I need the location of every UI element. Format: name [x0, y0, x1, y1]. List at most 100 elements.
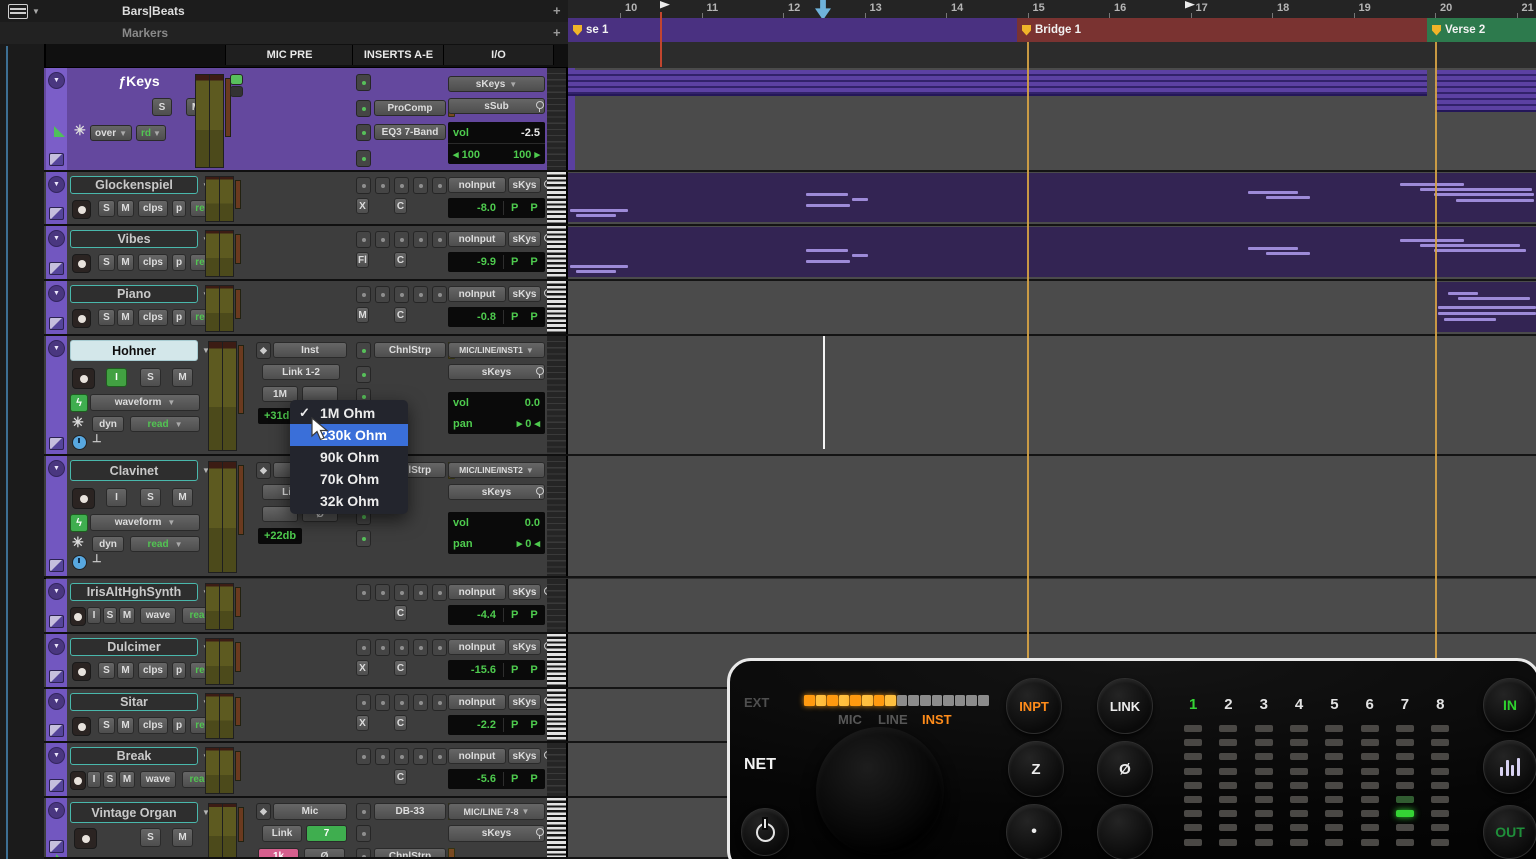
insert-slot[interactable]: [356, 100, 371, 117]
insert-plugin-mini[interactable]: X: [356, 198, 369, 214]
playhead-marker[interactable]: [815, 0, 831, 20]
clip-effects-icon[interactable]: [49, 670, 64, 683]
clip-effects-icon[interactable]: [49, 437, 64, 450]
marker-region[interactable]: Bridge 1: [1017, 18, 1427, 42]
volume-pan-display[interactable]: vol0.0pan▸ 0 ◂: [448, 512, 545, 554]
power-button[interactable]: [741, 808, 789, 856]
insert-slot[interactable]: [356, 584, 371, 601]
input-select-button[interactable]: INPT: [1006, 678, 1062, 734]
mini-keyboard-strip[interactable]: [547, 689, 568, 741]
insert-slot[interactable]: [432, 639, 447, 656]
insert-slot[interactable]: [413, 694, 428, 711]
clip-effects-icon[interactable]: [49, 840, 64, 853]
input-path-selector[interactable]: MIC/LINE/INST1▼: [448, 342, 545, 358]
insert-slot[interactable]: [375, 286, 390, 303]
clip-effects-icon[interactable]: [49, 724, 64, 737]
playlist-button[interactable]: p: [172, 254, 186, 271]
timebase-icon[interactable]: [54, 126, 65, 137]
volume-pan-display[interactable]: vol0.0pan▸ 0 ◂: [448, 392, 545, 434]
insert-slot[interactable]: [356, 177, 371, 194]
input-selector[interactable]: noInput: [448, 748, 506, 764]
volume-pan-display[interactable]: vol-2.5◂ 100100 ▸: [448, 122, 545, 164]
insert-slot[interactable]: [375, 639, 390, 656]
automation-mode-selector[interactable]: rd▼: [136, 125, 166, 141]
add-marker-button[interactable]: +: [553, 22, 561, 44]
solo-button[interactable]: S: [140, 828, 161, 847]
track-disclosure-button[interactable]: ▼: [48, 285, 65, 302]
elastic-plugin-icon[interactable]: ✳: [72, 534, 84, 551]
insert-plugin-mini[interactable]: X: [356, 715, 369, 731]
automation-mode-selector[interactable]: read▼: [130, 536, 200, 552]
playlist-selector[interactable]: over▼: [90, 125, 132, 141]
insert-slot[interactable]: [356, 150, 371, 167]
insert-slot[interactable]: [356, 231, 371, 248]
track-disclosure-button[interactable]: ▼: [48, 460, 65, 477]
track-disclosure-button[interactable]: ▼: [48, 340, 65, 357]
insert-slot[interactable]: [413, 584, 428, 601]
phantom-mic-icon[interactable]: [536, 487, 544, 495]
volume-pan-display[interactable]: -2.2PP: [448, 715, 545, 735]
track-disclosure-button[interactable]: ▼: [48, 583, 65, 600]
menu-item-70k-ohm[interactable]: 70k Ohm: [290, 468, 408, 490]
solo-button[interactable]: S: [98, 309, 115, 326]
solo-button[interactable]: S: [103, 771, 117, 788]
input-path-selector[interactable]: MIC/LINE 7-8▼: [448, 803, 545, 820]
track-name[interactable]: Break: [70, 747, 198, 765]
insert-plugin-mini[interactable]: C: [394, 660, 407, 676]
clips-list-button[interactable]: clps: [138, 662, 168, 679]
record-enable-button[interactable]: [72, 254, 91, 273]
insert-slot[interactable]: [394, 584, 409, 601]
automation-mode-selector[interactable]: read▼: [130, 416, 200, 432]
solo-button[interactable]: S: [98, 254, 115, 271]
mute-button[interactable]: M: [172, 828, 193, 847]
solo-button[interactable]: S: [103, 607, 117, 624]
clips-list-button[interactable]: clps: [138, 200, 168, 217]
record-enable-button[interactable]: [72, 662, 91, 681]
micpre-link-button[interactable]: Link: [262, 825, 302, 842]
micpre-source-icon[interactable]: ◆: [256, 803, 271, 820]
insert-slot[interactable]: [375, 584, 390, 601]
track-name[interactable]: IrisAltHghSynth: [70, 583, 198, 601]
insert-plugin-button[interactable]: DB-33: [374, 803, 446, 820]
insert-slot[interactable]: [413, 177, 428, 194]
insert-slot[interactable]: [375, 748, 390, 765]
mute-button[interactable]: M: [119, 607, 135, 624]
micpre-phase-button[interactable]: Ø: [304, 848, 345, 859]
audio-clip-overview[interactable]: [568, 70, 1427, 96]
input-monitor-button[interactable]: I: [87, 607, 101, 624]
insert-plugin-mini[interactable]: C: [394, 605, 407, 621]
add-ruler-button[interactable]: +: [553, 0, 561, 22]
blank-button[interactable]: [1097, 804, 1153, 859]
mute-button[interactable]: M: [117, 309, 134, 326]
elastic-audio-icon[interactable]: ϟ: [70, 514, 88, 532]
in-button[interactable]: IN: [1483, 678, 1536, 732]
link-button[interactable]: LINK: [1097, 678, 1153, 734]
impedance-button[interactable]: Z: [1008, 741, 1064, 797]
solo-button[interactable]: S: [98, 200, 115, 217]
insert-slot[interactable]: [356, 124, 371, 141]
midi-clip[interactable]: [1435, 282, 1536, 332]
mute-button[interactable]: M: [119, 771, 135, 788]
volume-pan-display[interactable]: -5.6PP: [448, 769, 545, 789]
solo-button[interactable]: S: [140, 488, 161, 507]
insert-slot[interactable]: [356, 342, 371, 359]
track-name[interactable]: Dulcimer: [70, 638, 198, 656]
mute-button[interactable]: M: [117, 662, 134, 679]
insert-slot[interactable]: [356, 74, 371, 91]
output-selector[interactable]: sKeys▼: [448, 76, 545, 92]
waveform-view-selector[interactable]: wave: [140, 607, 176, 624]
insert-slot[interactable]: [356, 748, 371, 765]
elastic-plugin-icon[interactable]: ✳: [72, 414, 84, 431]
input-monitor-button[interactable]: I: [106, 368, 127, 387]
insert-slot[interactable]: [413, 639, 428, 656]
insert-plugin-button[interactable]: ProComp: [374, 100, 446, 116]
clip-effects-icon[interactable]: [49, 615, 64, 628]
menu-item-230k-ohm[interactable]: 230k Ohm: [290, 424, 408, 446]
insert-plugin-mini[interactable]: C: [394, 307, 407, 323]
volume-pan-display[interactable]: -9.9PP: [448, 252, 545, 272]
input-monitor-button[interactable]: I: [106, 488, 127, 507]
insert-plugin-mini[interactable]: Fl: [356, 252, 369, 268]
clip-effects-icon[interactable]: [49, 779, 64, 792]
output-selector[interactable]: sKeys: [448, 484, 545, 500]
insert-slot[interactable]: [356, 286, 371, 303]
